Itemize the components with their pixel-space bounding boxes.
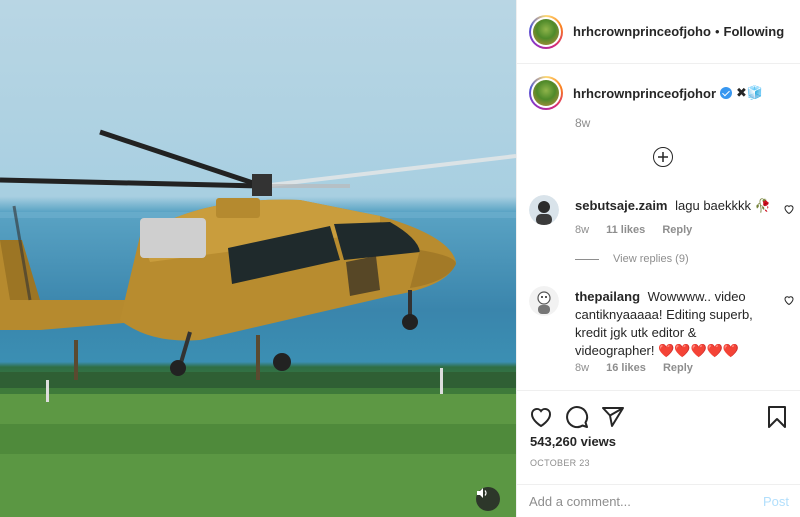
comment-meta: 8w 16 likes Reply	[575, 362, 707, 374]
comment-icon[interactable]	[565, 405, 589, 429]
bookmark-icon[interactable]	[765, 405, 789, 429]
comment-like-heart-icon[interactable]	[783, 294, 795, 306]
comment-input[interactable]	[529, 493, 763, 509]
comment-text: lagu baekkkk 🥀	[675, 198, 771, 213]
post-video[interactable]	[0, 0, 516, 517]
comment-time: 8w	[575, 224, 590, 236]
reply-button[interactable]: Reply	[662, 224, 692, 236]
commenter-username[interactable]: sebutsaje.zaim	[575, 198, 668, 213]
header-separator: •	[714, 24, 720, 39]
following-button[interactable]: Following	[724, 24, 785, 39]
add-comment-bar: Post	[517, 484, 800, 517]
comment-item: thepailang Wowwww.. video cantiknyaaaaa!…	[529, 286, 795, 381]
commenter-avatar[interactable]	[529, 286, 559, 316]
verified-badge-icon	[720, 87, 732, 99]
commenter-username[interactable]: thepailang	[575, 289, 640, 304]
comment-like-heart-icon[interactable]	[783, 203, 795, 215]
view-replies-label: View replies (9)	[613, 253, 689, 265]
heart-icon[interactable]	[529, 405, 553, 429]
reply-button[interactable]: Reply	[663, 362, 693, 374]
post-side-panel: hrhcrownprinceofjoho • Following hrhcrow…	[516, 0, 800, 517]
author-avatar[interactable]	[529, 14, 563, 49]
view-count[interactable]: 543,260 views	[530, 434, 616, 449]
view-replies-button[interactable]: View replies (9)	[575, 253, 689, 265]
comment-likes[interactable]: 11 likes	[606, 224, 645, 236]
avatar-image	[533, 18, 559, 45]
post-caption: hrhcrownprinceofjohor ✖🧊 8w	[529, 76, 789, 130]
caption-text: ✖🧊	[736, 85, 764, 100]
post-comment-button[interactable]: Post	[763, 494, 789, 509]
comment-meta: 8w 11 likes Reply	[575, 224, 706, 236]
caption-timestamp: 8w	[575, 116, 591, 130]
avatar-image	[533, 80, 559, 106]
author-username-link[interactable]: hrhcrownprinceofjoho	[573, 24, 711, 39]
commenter-avatar[interactable]	[529, 195, 559, 225]
caption-username-link[interactable]: hrhcrownprinceofjohor	[573, 86, 716, 101]
speaker-icon	[477, 488, 487, 498]
paper-plane-icon[interactable]	[601, 405, 625, 429]
mute-button[interactable]	[476, 487, 500, 511]
post-date[interactable]: OCTOBER 23	[530, 458, 590, 468]
plus-circle-icon	[658, 152, 668, 162]
post-header: hrhcrownprinceofjoho • Following	[517, 0, 800, 64]
comment-likes[interactable]: 16 likes	[606, 362, 646, 374]
load-more-comments-button[interactable]	[653, 147, 673, 167]
post-actions-section: 543,260 views OCTOBER 23	[517, 390, 800, 468]
action-bar	[529, 405, 789, 429]
comment-time: 8w	[575, 362, 590, 374]
caption-avatar[interactable]	[529, 76, 563, 110]
helicopter-video-frame	[0, 129, 516, 517]
